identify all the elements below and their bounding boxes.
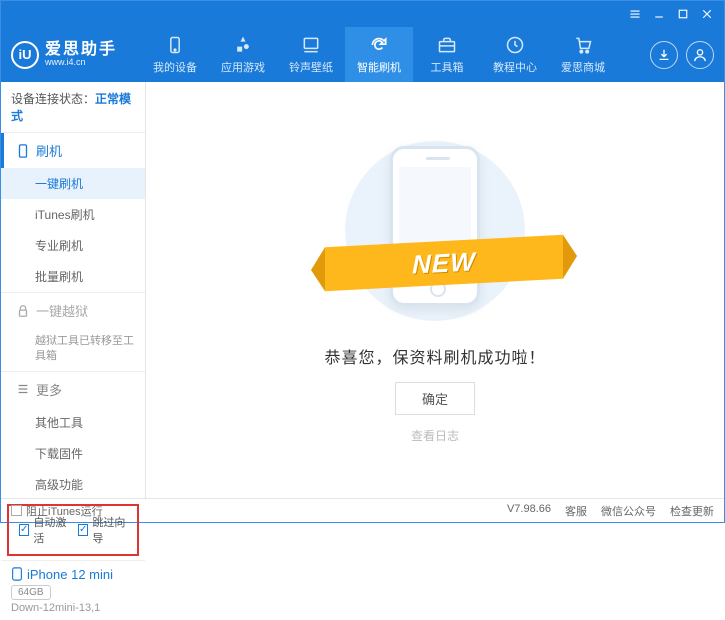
success-illustration: NEW: [325, 136, 545, 326]
nav-label: 我的设备: [153, 59, 197, 75]
footer-link-update[interactable]: 检查更新: [670, 503, 714, 519]
checkbox-skip-guide[interactable]: ✓ 跳过向导: [78, 514, 127, 546]
sidebar-item-other-tools[interactable]: 其他工具: [1, 407, 145, 438]
version-label: V7.98.66: [507, 503, 551, 519]
logo-text: 爱思助手 www.i4.cn: [45, 41, 117, 68]
connection-status: 设备连接状态：正常模式: [1, 82, 145, 132]
success-message: 恭喜您，保资料刷机成功啦！: [324, 344, 545, 368]
check-icon: ✓: [19, 524, 29, 536]
device-storage: 64GB: [11, 585, 51, 600]
sidebar-section-jailbreak: 一键越狱 越狱工具已转移至工具箱: [1, 292, 145, 371]
nav-flash[interactable]: 智能刷机: [345, 27, 413, 82]
device-block[interactable]: iPhone 12 mini 64GB Down-12mini-13,1: [1, 560, 145, 620]
body: 设备连接状态：正常模式 刷机 一键刷机 iTunes刷机 专业刷机 批量刷机 一…: [1, 82, 724, 498]
checkbox-label: 跳过向导: [92, 514, 127, 546]
sidebar-header-more[interactable]: 更多: [1, 372, 145, 407]
nav-label: 教程中心: [493, 59, 537, 75]
phone-icon: [165, 35, 185, 55]
nav-label: 智能刷机: [357, 59, 401, 75]
view-log-link[interactable]: 查看日志: [411, 427, 459, 444]
sidebar-item-batch[interactable]: 批量刷机: [1, 261, 145, 292]
checkbox-icon: [11, 505, 22, 516]
sidebar-item-oneclick[interactable]: 一键刷机: [1, 168, 145, 199]
close-button[interactable]: [696, 5, 718, 23]
sidebar-section-flash: 刷机 一键刷机 iTunes刷机 专业刷机 批量刷机: [1, 132, 145, 292]
footer-link-support[interactable]: 客服: [565, 503, 587, 519]
toolbox-icon: [437, 35, 457, 55]
sidebar-item-pro[interactable]: 专业刷机: [1, 230, 145, 261]
refresh-icon: [369, 35, 389, 55]
logo-icon: iU: [11, 41, 39, 69]
sidebar-header-label: 刷机: [36, 141, 62, 160]
logo[interactable]: iU 爱思助手 www.i4.cn: [11, 41, 141, 69]
phone-icon: [16, 144, 30, 158]
list-icon: [16, 382, 30, 396]
sidebar-header-label: 更多: [36, 380, 62, 399]
connection-label: 设备连接状态：: [11, 92, 95, 106]
header: iU 爱思助手 www.i4.cn 我的设备 应用游戏 铃声壁纸 智能刷机 工具…: [1, 27, 724, 82]
nav-ringtones[interactable]: 铃声壁纸: [277, 27, 345, 82]
lock-icon: [16, 304, 30, 318]
titlebar: [1, 1, 724, 27]
jailbreak-note: 越狱工具已转移至工具箱: [1, 328, 145, 371]
sidebar-header-label: 一键越狱: [36, 301, 88, 320]
nav-my-device[interactable]: 我的设备: [141, 27, 209, 82]
cart-icon: [573, 35, 593, 55]
maximize-button[interactable]: [672, 5, 694, 23]
confirm-button[interactable]: 确定: [395, 382, 475, 415]
sidebar-item-itunes[interactable]: iTunes刷机: [1, 199, 145, 230]
footer-right: V7.98.66 客服 微信公众号 检查更新: [507, 503, 714, 519]
footer-link-wechat[interactable]: 微信公众号: [601, 503, 656, 519]
window-controls: [624, 5, 718, 23]
nav-apps[interactable]: 应用游戏: [209, 27, 277, 82]
user-button[interactable]: [686, 41, 714, 69]
checkbox-block-itunes[interactable]: 阻止iTunes运行: [11, 503, 103, 519]
nav-label: 应用游戏: [221, 59, 265, 75]
menu-button[interactable]: [624, 5, 646, 23]
nav-label: 铃声壁纸: [289, 59, 333, 75]
sidebar-header-jailbreak[interactable]: 一键越狱: [1, 293, 145, 328]
device-sub: Down-12mini-13,1: [11, 602, 135, 614]
checkbox-label: 自动激活: [33, 514, 68, 546]
sidebar-item-firmware[interactable]: 下载固件: [1, 438, 145, 469]
music-icon: [301, 35, 321, 55]
navbar: 我的设备 应用游戏 铃声壁纸 智能刷机 工具箱 教程中心 爱思商城: [141, 27, 650, 82]
sidebar-section-more: 更多 其他工具 下载固件 高级功能: [1, 371, 145, 500]
checkbox-label: 阻止iTunes运行: [26, 503, 103, 519]
header-right: [650, 41, 714, 69]
nav-label: 爱思商城: [561, 59, 605, 75]
checkbox-auto-activate[interactable]: ✓ 自动激活: [19, 514, 68, 546]
main-content: NEW 恭喜您，保资料刷机成功啦！ 确定 查看日志: [146, 82, 724, 498]
nav-label: 工具箱: [431, 59, 464, 75]
apps-icon: [233, 35, 253, 55]
download-button[interactable]: [650, 41, 678, 69]
nav-store[interactable]: 爱思商城: [549, 27, 617, 82]
sidebar-header-flash[interactable]: 刷机: [1, 133, 145, 168]
sidebar: 设备连接状态：正常模式 刷机 一键刷机 iTunes刷机 专业刷机 批量刷机 一…: [1, 82, 146, 498]
book-icon: [505, 35, 525, 55]
nav-toolbox[interactable]: 工具箱: [413, 27, 481, 82]
check-icon: ✓: [78, 524, 88, 536]
ribbon-text: NEW: [412, 246, 476, 280]
sidebar-item-advanced[interactable]: 高级功能: [1, 469, 145, 500]
nav-tutorials[interactable]: 教程中心: [481, 27, 549, 82]
phone-icon: [11, 567, 23, 581]
minimize-button[interactable]: [648, 5, 670, 23]
device-name: iPhone 12 mini: [11, 567, 135, 582]
